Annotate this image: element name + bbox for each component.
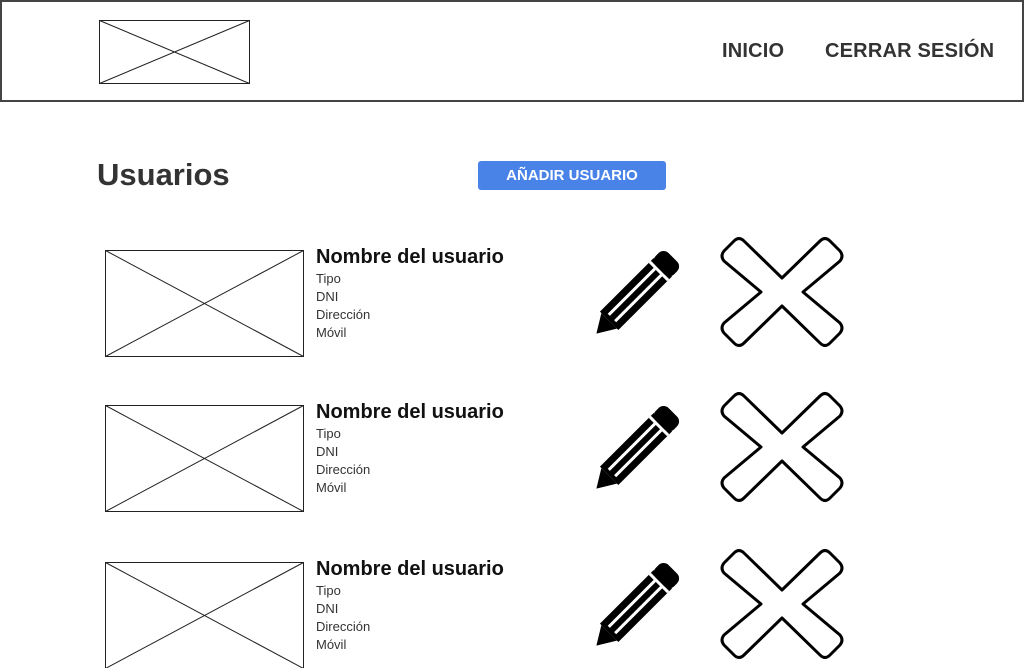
image-placeholder-icon: [105, 562, 304, 668]
user-list-item: Nombre del usuario Tipo DNI Dirección Mó…: [0, 237, 1024, 359]
user-mobile: Móvil: [316, 637, 347, 652]
user-type: Tipo: [316, 271, 341, 286]
user-name: Nombre del usuario: [316, 246, 504, 268]
pencil-icon: [596, 562, 680, 646]
user-name: Nombre del usuario: [316, 558, 504, 580]
edit-user-button[interactable]: [580, 394, 692, 504]
user-type: Tipo: [316, 426, 341, 441]
user-list-item: Nombre del usuario Tipo DNI Dirección Mó…: [0, 392, 1024, 514]
pencil-icon: [596, 405, 680, 489]
user-address: Dirección: [316, 307, 371, 322]
nav-link-logout[interactable]: CERRAR SESIÓN: [825, 40, 994, 68]
add-user-button[interactable]: AÑADIR USUARIO: [478, 161, 666, 190]
pencil-icon: [596, 250, 680, 334]
user-mobile: Móvil: [316, 325, 347, 340]
user-mobile: Móvil: [316, 480, 347, 495]
user-address: Dirección: [316, 619, 371, 634]
x-icon: [720, 392, 844, 502]
user-dni: DNI: [316, 289, 339, 304]
x-icon: [720, 237, 844, 347]
user-type: Tipo: [316, 583, 341, 598]
image-placeholder-icon: [105, 405, 304, 512]
page-title: Usuarios: [97, 157, 230, 192]
user-photo-placeholder: [105, 405, 304, 512]
delete-user-button[interactable]: [718, 235, 846, 349]
image-placeholder-icon: [105, 250, 304, 357]
user-list-item: Nombre del usuario Tipo DNI Dirección Mó…: [0, 549, 1024, 668]
user-photo-placeholder: [105, 250, 304, 357]
header: INICIO CERRAR SESIÓN: [0, 0, 1024, 102]
user-name: Nombre del usuario: [316, 401, 504, 423]
page: INICIO CERRAR SESIÓN Usuarios AÑADIR USU…: [0, 0, 1024, 668]
delete-user-button[interactable]: [718, 390, 846, 504]
edit-user-button[interactable]: [580, 551, 692, 661]
user-photo-placeholder: [105, 562, 304, 668]
edit-user-button[interactable]: [580, 239, 692, 349]
logo-placeholder[interactable]: [99, 20, 250, 84]
user-address: Dirección: [316, 462, 371, 477]
x-icon: [720, 549, 844, 659]
nav-link-home[interactable]: INICIO: [722, 40, 784, 68]
delete-user-button[interactable]: [718, 547, 846, 661]
user-dni: DNI: [316, 601, 339, 616]
image-placeholder-icon: [99, 20, 250, 84]
user-dni: DNI: [316, 444, 339, 459]
